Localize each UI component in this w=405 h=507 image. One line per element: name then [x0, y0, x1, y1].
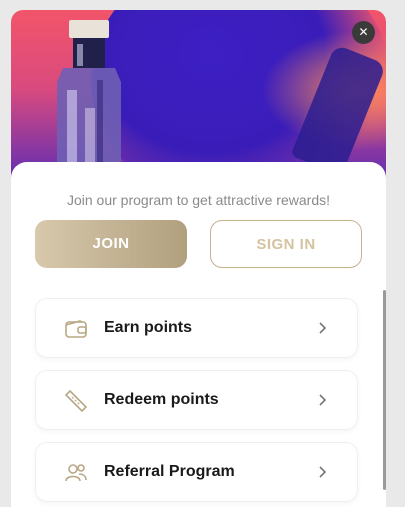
join-button[interactable]: JOIN	[35, 220, 187, 268]
redeem-points-item[interactable]: Redeem points	[35, 370, 358, 430]
chevron-right-icon	[319, 322, 327, 334]
referral-program-item[interactable]: Referral Program	[35, 442, 358, 502]
wallet-icon	[65, 320, 87, 338]
earn-points-item[interactable]: Earn points	[35, 298, 358, 358]
ticket-icon	[64, 389, 88, 413]
chevron-right-icon	[319, 394, 327, 406]
scrollbar-thumb[interactable]	[383, 290, 386, 490]
redeem-points-label: Redeem points	[104, 391, 219, 408]
tagline-text: Join our program to get attractive rewar…	[66, 192, 330, 208]
referral-program-label: Referral Program	[104, 463, 235, 480]
perfume-bottle-image	[57, 20, 121, 185]
chevron-right-icon	[319, 466, 327, 478]
earn-points-label: Earn points	[104, 319, 193, 336]
sign-in-button[interactable]: SIGN IN	[210, 220, 362, 268]
close-button[interactable]: ✕	[352, 21, 375, 44]
rewards-panel: Join our program to get attractive rewar…	[11, 162, 386, 507]
hero-image	[11, 10, 386, 185]
rewards-widget: ✕ Join our program to get attractive rew…	[11, 10, 386, 507]
users-icon	[65, 464, 87, 482]
